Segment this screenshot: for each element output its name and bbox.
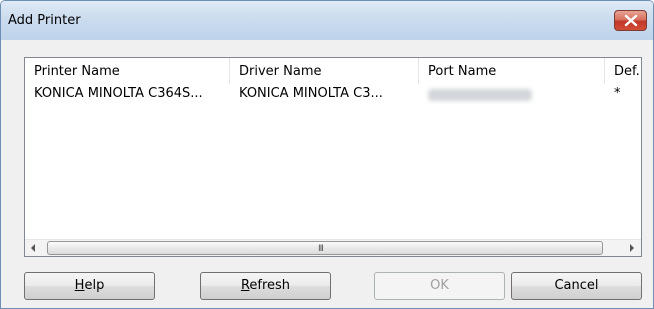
help-label: elp — [84, 278, 105, 293]
window-title: Add Printer — [8, 13, 81, 28]
horizontal-scrollbar[interactable]: III — [25, 239, 641, 256]
help-button[interactable]: Help — [24, 272, 155, 300]
scroll-right-button[interactable] — [624, 240, 641, 256]
column-header-printer-name[interactable]: Printer Name — [25, 58, 230, 84]
close-button[interactable] — [614, 10, 647, 31]
list-row[interactable]: KONICA MINOLTA C364S... KONICA MINOLTA C… — [25, 84, 641, 104]
blurred-port-value — [428, 89, 532, 101]
cell-port-name — [419, 84, 605, 104]
column-header-default[interactable]: Def. — [605, 58, 641, 84]
scroll-left-button[interactable] — [25, 240, 42, 256]
arrow-left-icon — [31, 244, 35, 252]
cell-printer-name: KONICA MINOLTA C364S... — [34, 86, 203, 101]
cell-driver-name: KONICA MINOLTA C3... — [239, 86, 383, 101]
add-printer-dialog: Add Printer Printer Name Driver Name Por… — [0, 0, 654, 309]
dialog-content: Printer Name Driver Name Port Name Def. … — [1, 40, 653, 308]
help-mnemonic: H — [74, 278, 85, 293]
title-bar[interactable]: Add Printer — [1, 1, 653, 40]
column-header-port-name[interactable]: Port Name — [419, 58, 605, 84]
list-header: Printer Name Driver Name Port Name Def. — [25, 58, 641, 84]
refresh-button[interactable]: Refresh — [200, 272, 331, 300]
scrollbar-thumb[interactable]: III — [47, 241, 603, 255]
ok-button[interactable]: OK — [374, 272, 505, 300]
printer-list[interactable]: Printer Name Driver Name Port Name Def. … — [24, 57, 642, 257]
refresh-label: efresh — [249, 278, 291, 293]
scrollbar-grip: III — [318, 244, 324, 254]
column-header-driver-name[interactable]: Driver Name — [230, 58, 419, 84]
arrow-right-icon — [630, 244, 634, 252]
cell-default: * — [614, 86, 621, 101]
cancel-button[interactable]: Cancel — [511, 272, 642, 300]
close-icon — [624, 14, 638, 27]
